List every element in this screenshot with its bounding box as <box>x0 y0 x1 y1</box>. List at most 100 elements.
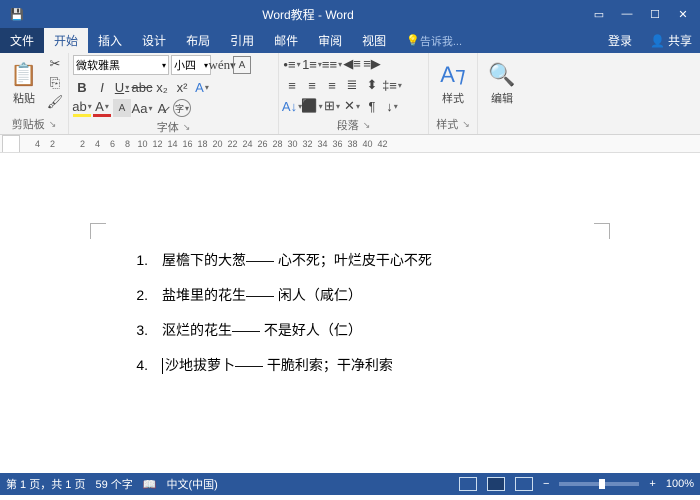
ruler-tick: 20 <box>210 139 225 149</box>
read-mode-icon[interactable] <box>459 477 477 491</box>
decrease-indent-icon[interactable]: ◀≡ <box>343 55 361 73</box>
ruler-tick: 22 <box>225 139 240 149</box>
paragraph-launcher-icon[interactable]: ↘ <box>363 120 371 131</box>
char-shading-icon[interactable]: A <box>113 99 131 117</box>
distribute-icon[interactable]: ⬍ <box>363 76 381 94</box>
cut-icon[interactable]: ✂ <box>46 55 64 73</box>
show-marks-icon[interactable]: ¶ <box>363 97 381 115</box>
share-button[interactable]: 👤共享 <box>642 28 700 53</box>
margin-corner-tr <box>594 223 610 239</box>
tab-insert[interactable]: 插入 <box>88 28 132 53</box>
zoom-slider[interactable] <box>559 482 639 486</box>
justify-icon[interactable]: ≣ <box>343 76 361 94</box>
page: 1.屋檐下的大葱—— 心不死；叶烂皮干心不死2.盐堆里的花生—— 闲人（咸仁）3… <box>30 183 670 423</box>
language-status[interactable]: 中文(中国) <box>166 476 217 492</box>
shading-icon[interactable]: ⬛ <box>303 97 321 115</box>
styles-launcher-icon[interactable]: ↘ <box>462 119 470 130</box>
list-text: 沤烂的花生—— 不是好人（仁） <box>162 313 362 348</box>
copy-icon[interactable]: ⎘ <box>46 74 64 92</box>
borders-icon[interactable]: ⊞ <box>323 97 341 115</box>
highlight-icon[interactable]: ab <box>73 99 91 117</box>
tab-view[interactable]: 视图 <box>352 28 396 53</box>
spell-check-icon[interactable]: 📖 <box>143 478 157 491</box>
font-launcher-icon[interactable]: ↘ <box>183 122 191 133</box>
tab-selector-icon[interactable] <box>2 135 20 153</box>
format-painter-icon[interactable]: 🖌 <box>46 93 64 111</box>
group-font: 微软雅黑▾ 小四▾ wén▾ A B I U abc x₂ x² A ab A … <box>69 53 279 134</box>
list-item[interactable]: 3.沤烂的花生—— 不是好人（仁） <box>110 313 590 348</box>
multilevel-icon[interactable]: ≡≡ <box>323 55 341 73</box>
maximize-icon[interactable]: ☐ <box>642 4 668 24</box>
phonetic-icon[interactable]: 字 <box>173 99 191 117</box>
tell-me[interactable]: 💡 告诉我... <box>396 28 472 53</box>
tab-references[interactable]: 引用 <box>220 28 264 53</box>
font-color-icon[interactable]: A <box>93 99 111 117</box>
list-number: 4. <box>130 348 148 383</box>
list-item[interactable]: 4.沙地拔萝卜—— 干脆利索；干净利索 <box>110 348 590 383</box>
save-icon[interactable]: 💾 <box>4 4 30 24</box>
bullets-icon[interactable]: •≡ <box>283 55 301 73</box>
tab-layout[interactable]: 布局 <box>176 28 220 53</box>
word-count[interactable]: 59 个字 <box>95 476 132 492</box>
increase-indent-icon[interactable]: ≡▶ <box>363 55 381 73</box>
font-size-select[interactable]: 小四▾ <box>171 55 211 75</box>
font-size-value: 小四 <box>174 57 196 73</box>
tab-home[interactable]: 开始 <box>44 28 88 53</box>
tab-mailings[interactable]: 邮件 <box>264 28 308 53</box>
editing-button[interactable]: 🔍 编辑 <box>482 55 522 113</box>
minimize-icon[interactable]: — <box>614 4 640 24</box>
align-left-icon[interactable]: ≡ <box>283 76 301 94</box>
enclose-char-icon[interactable]: Aa <box>133 99 151 117</box>
ruler-tick: 16 <box>180 139 195 149</box>
ruler-tick: 42 <box>375 139 390 149</box>
web-layout-icon[interactable] <box>515 477 533 491</box>
group-paragraph: •≡ 1≡ ≡≡ ◀≡ ≡▶ ≡ ≡ ≡ ≣ ⬍ ‡≡ A↓ ⬛ ⊞ ✕ ¶ ↓ <box>279 53 429 134</box>
tab-design[interactable]: 设计 <box>132 28 176 53</box>
grow-font-icon[interactable]: wén▾ <box>213 56 231 74</box>
tell-me-label: 告诉我... <box>420 33 462 49</box>
editing-btn-label: 编辑 <box>491 90 513 106</box>
numbering-icon[interactable]: 1≡ <box>303 55 321 73</box>
paste-button[interactable]: 📋 粘贴 <box>4 55 44 113</box>
font-family-select[interactable]: 微软雅黑▾ <box>73 55 169 75</box>
ribbon: 📋 粘贴 ✂ ⎘ 🖌 剪贴板↘ 微软雅黑▾ 小四▾ wén▾ A B I U <box>0 53 700 135</box>
list-item[interactable]: 2.盐堆里的花生—— 闲人（咸仁） <box>110 278 590 313</box>
sort-az-icon[interactable]: ↓ <box>383 97 401 115</box>
bold-button[interactable]: B <box>73 78 91 96</box>
ribbon-options-icon[interactable]: ▭ <box>586 4 612 24</box>
find-icon: 🔍 <box>488 62 515 88</box>
line-spacing-icon[interactable]: ‡≡ <box>383 76 401 94</box>
align-center-icon[interactable]: ≡ <box>303 76 321 94</box>
zoom-out-icon[interactable]: − <box>543 478 549 490</box>
char-border-icon[interactable]: A <box>233 56 251 74</box>
page-count[interactable]: 第 1 页，共 1 页 <box>6 476 85 492</box>
styles-button[interactable]: A⁊ 样式 <box>433 55 473 113</box>
group-styles: A⁊ 样式 样式↘ <box>429 53 478 134</box>
tab-review[interactable]: 审阅 <box>308 28 352 53</box>
print-layout-icon[interactable] <box>487 477 505 491</box>
text-effects-icon[interactable]: A <box>193 78 211 96</box>
ruler-tick: 6 <box>105 139 120 149</box>
ruler-tick: 30 <box>285 139 300 149</box>
clear-format-icon[interactable]: A̷ <box>153 99 171 117</box>
list-text: 盐堆里的花生—— 闲人（咸仁） <box>162 278 362 313</box>
ruler-tick: 34 <box>315 139 330 149</box>
asian-layout-icon[interactable]: ✕ <box>343 97 361 115</box>
list-item[interactable]: 1.屋檐下的大葱—— 心不死；叶烂皮干心不死 <box>110 243 590 278</box>
clipboard-launcher-icon[interactable]: ↘ <box>49 119 57 130</box>
italic-button[interactable]: I <box>93 78 111 96</box>
underline-button[interactable]: U <box>113 78 131 96</box>
numbered-list[interactable]: 1.屋檐下的大葱—— 心不死；叶烂皮干心不死2.盐堆里的花生—— 闲人（咸仁）3… <box>110 243 590 383</box>
horizontal-ruler[interactable]: 4224681012141618202224262830323436384042 <box>0 135 700 153</box>
sort-icon[interactable]: A↓ <box>283 97 301 115</box>
superscript-button[interactable]: x² <box>173 78 191 96</box>
close-icon[interactable]: ✕ <box>670 4 696 24</box>
zoom-level[interactable]: 100% <box>666 478 694 490</box>
strikethrough-button[interactable]: abc <box>133 78 151 96</box>
document-area[interactable]: 1.屋檐下的大葱—— 心不死；叶烂皮干心不死2.盐堆里的花生—— 闲人（咸仁）3… <box>0 153 700 473</box>
tab-file[interactable]: 文件 <box>0 28 44 53</box>
login-link[interactable]: 登录 <box>598 28 642 53</box>
zoom-in-icon[interactable]: + <box>649 478 655 490</box>
align-right-icon[interactable]: ≡ <box>323 76 341 94</box>
subscript-button[interactable]: x₂ <box>153 78 171 96</box>
